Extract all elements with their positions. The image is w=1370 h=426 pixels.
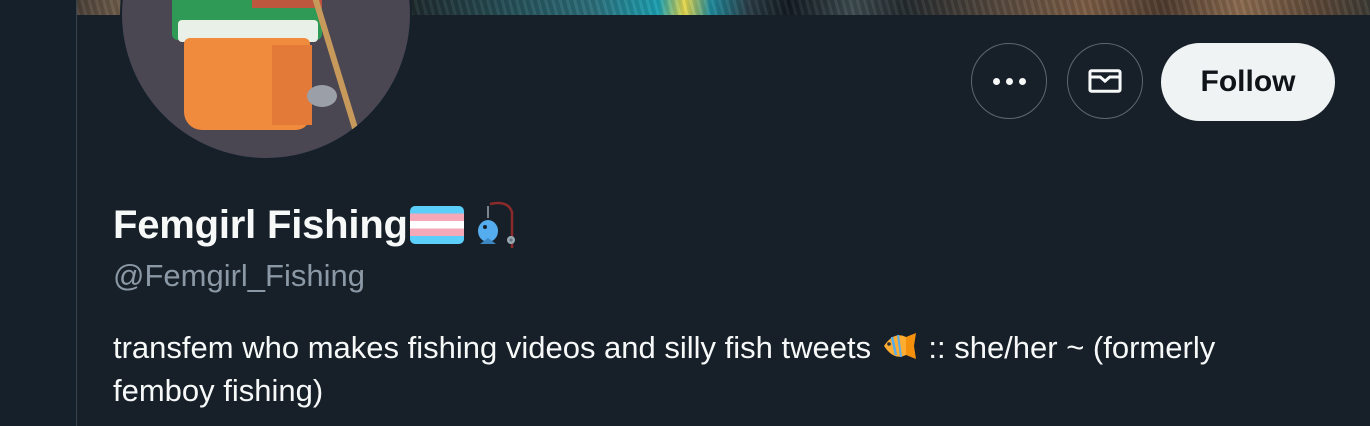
bio-text-part1: transfem who makes fishing videos and si… xyxy=(113,330,872,365)
fishing-pole-fish-icon xyxy=(477,201,515,248)
more-dot xyxy=(1005,77,1013,85)
more-dot xyxy=(992,77,1000,85)
more-horizontal-icon xyxy=(992,77,1026,85)
avatar-cap-strip xyxy=(252,0,322,8)
message-button[interactable] xyxy=(1067,43,1143,119)
avatar-fishing-reel xyxy=(307,85,337,107)
avatar-face-shade xyxy=(272,45,312,125)
more-dot xyxy=(1018,77,1026,85)
more-options-button[interactable] xyxy=(971,43,1047,119)
left-margin xyxy=(0,0,76,426)
transgender-flag-icon xyxy=(409,206,464,244)
display-name-row: Femgirl Fishing xyxy=(113,198,520,252)
profile-bio: transfem who makes fishing videos and si… xyxy=(113,326,1323,412)
profile-handle: @Femgirl_Fishing xyxy=(113,258,365,293)
follow-button[interactable]: Follow xyxy=(1161,43,1335,121)
display-name: Femgirl Fishing xyxy=(113,202,408,247)
tropical-fish-icon xyxy=(883,333,916,359)
envelope-icon xyxy=(1088,69,1122,93)
